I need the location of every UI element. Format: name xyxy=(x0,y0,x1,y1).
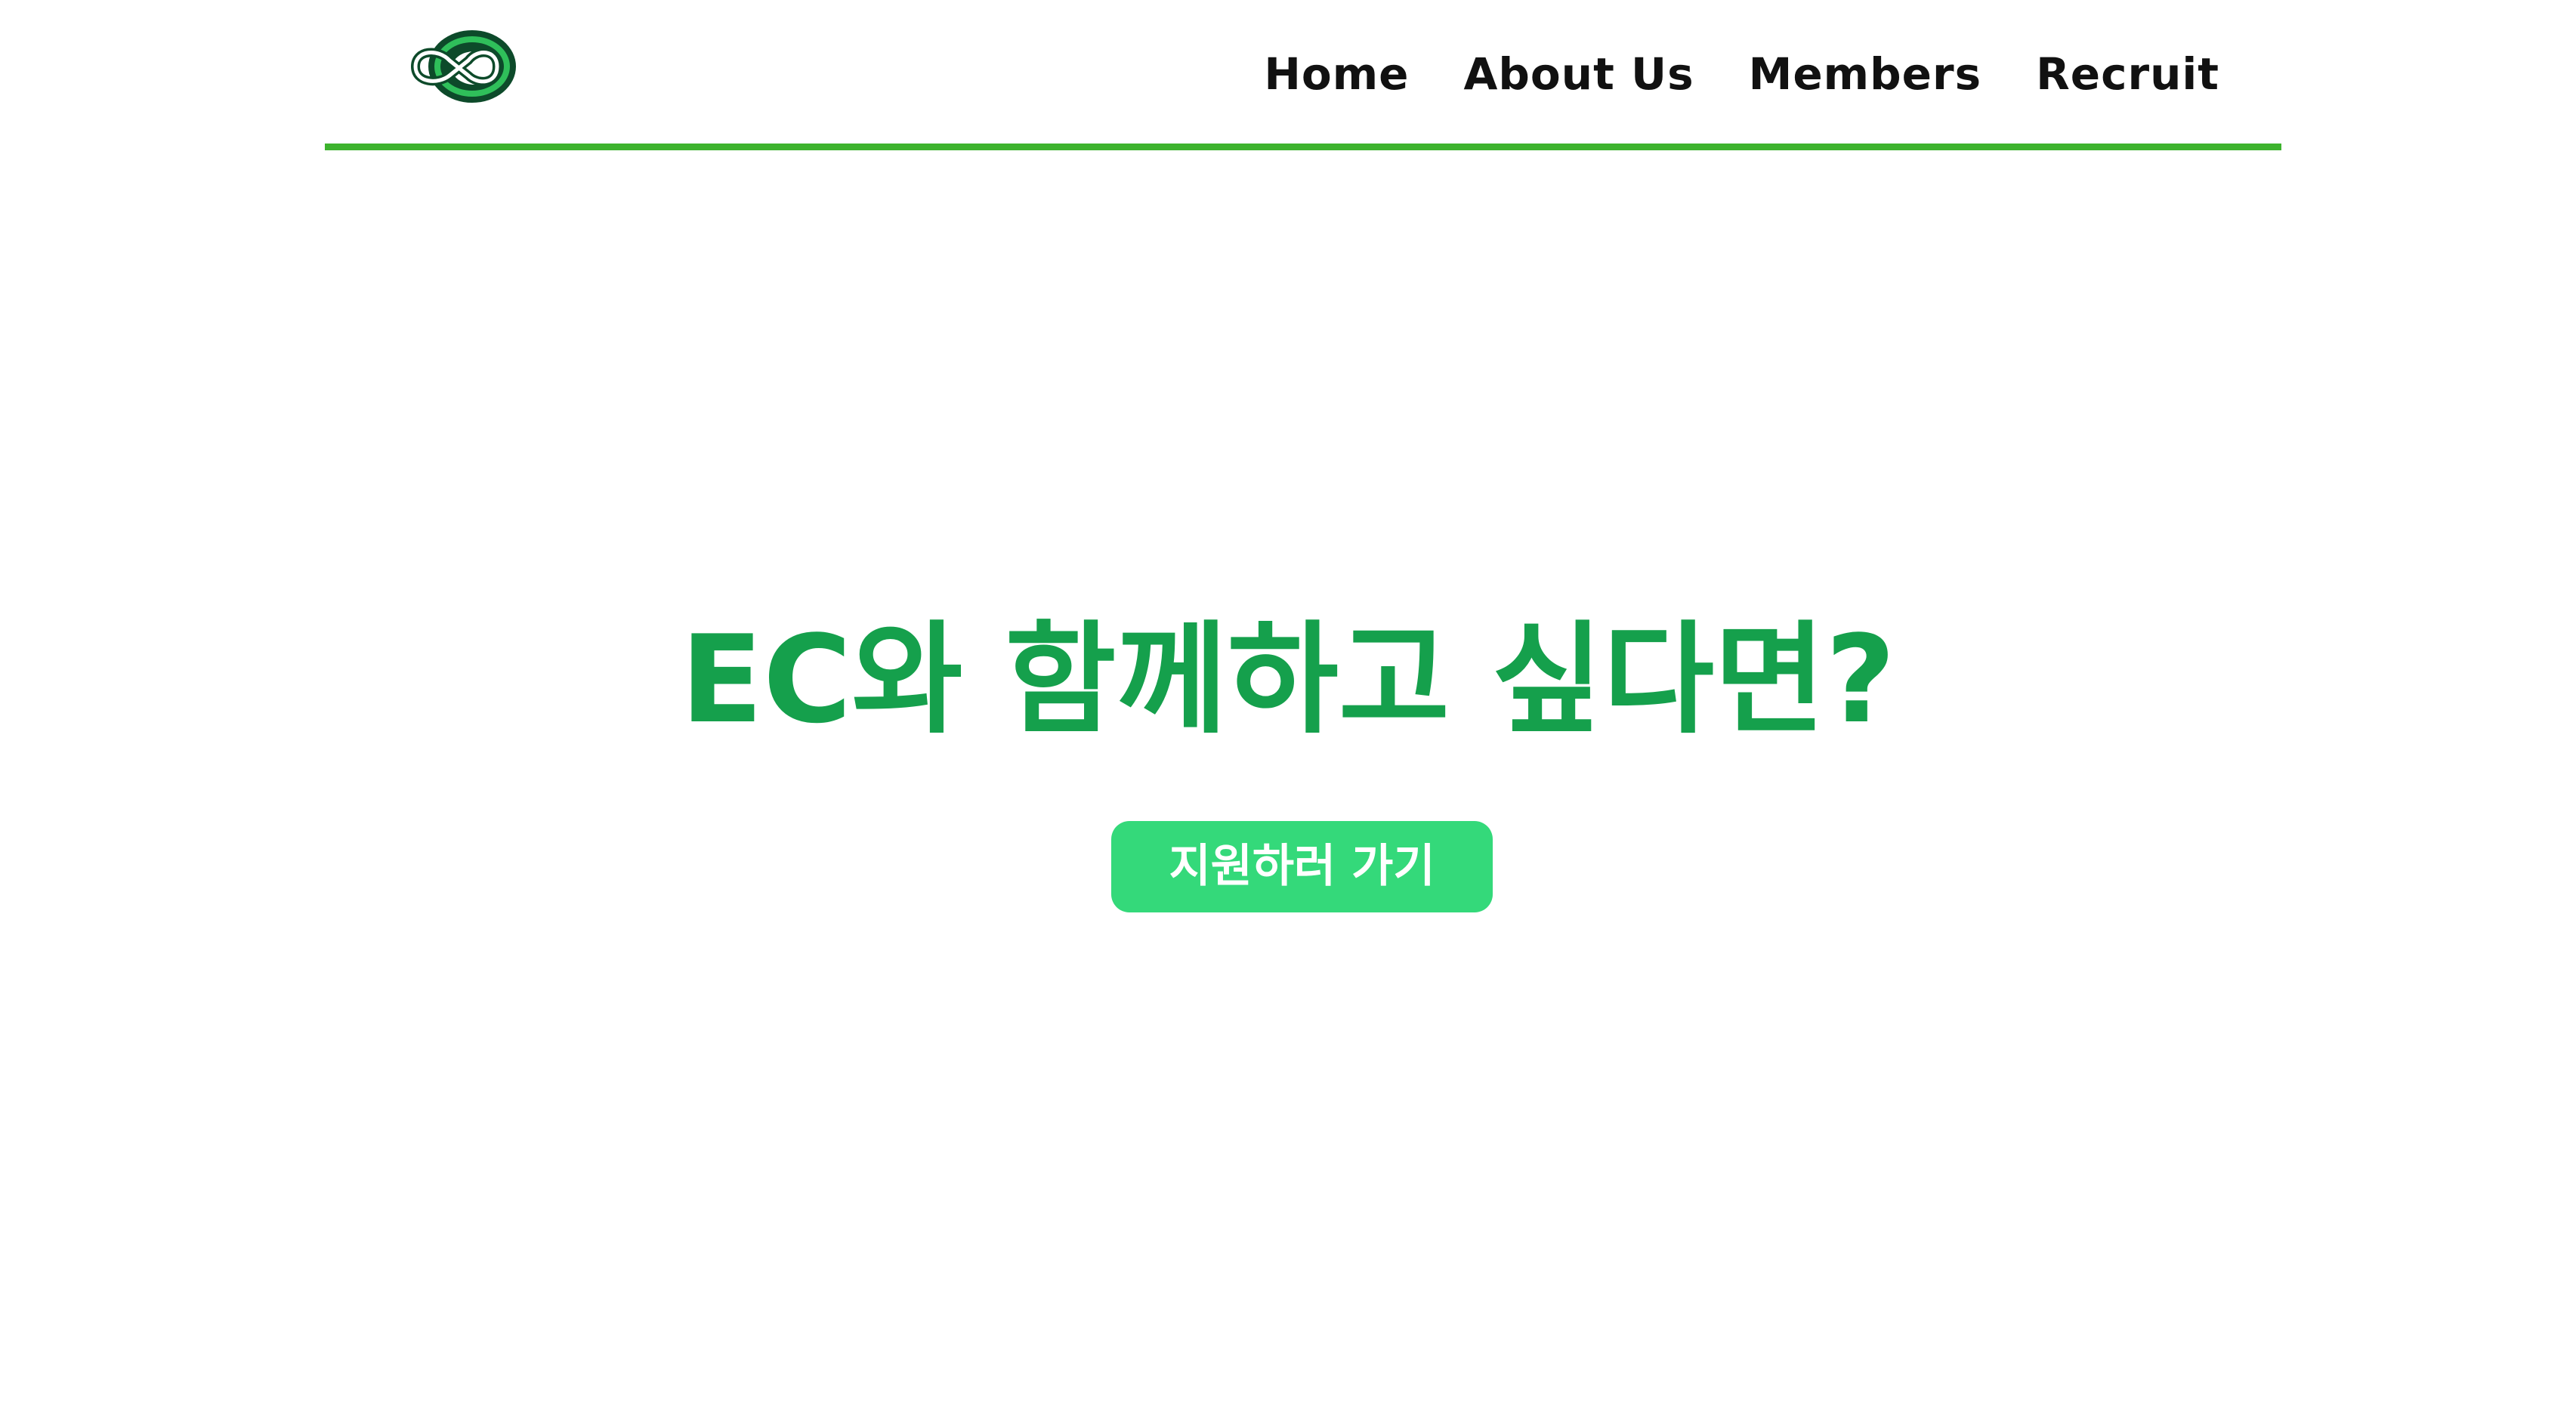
site-header: Home About Us Members Recruit xyxy=(325,0,2281,150)
nav-item-recruit[interactable]: Recruit xyxy=(2036,44,2219,104)
hero-title: EC와 함께하고 싶다면? xyxy=(680,609,1896,750)
page: Home About Us Members Recruit EC와 함께하고 싶… xyxy=(0,0,2576,1420)
home-logo-link[interactable] xyxy=(408,27,518,106)
nav-item-home[interactable]: Home xyxy=(1264,44,1409,104)
apply-button[interactable]: 지원하러 가기 xyxy=(1111,821,1493,912)
nav-item-about-us[interactable]: About Us xyxy=(1464,44,1694,104)
main-nav: Home About Us Members Recruit xyxy=(1264,44,2219,104)
nav-item-members[interactable]: Members xyxy=(1749,44,1981,104)
infinity-logo-icon xyxy=(411,30,516,103)
